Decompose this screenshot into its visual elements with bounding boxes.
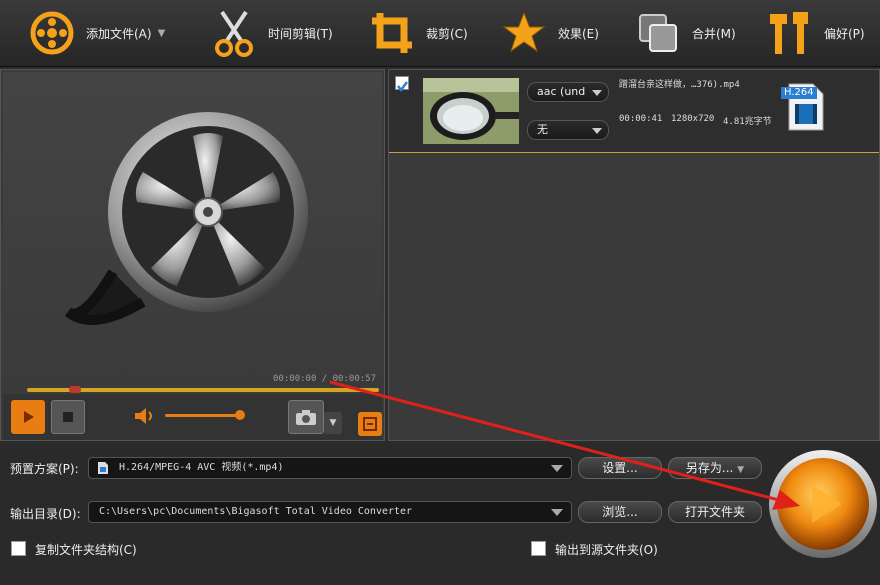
volume-icon[interactable] [133,406,155,430]
chevron-down-icon [551,465,563,472]
player-controls: ▼ [3,394,382,440]
total-time: 00:00:57 [332,374,376,384]
time-separator: / [321,374,328,384]
copy-structure-checkbox[interactable] [11,541,26,556]
tools-icon [762,5,818,61]
time-readout: 00:00:00 / 00:00:57 [273,374,376,384]
save-as-button[interactable]: 另存为... ▼ [668,457,762,479]
chevron-down-icon[interactable]: ▼ [158,28,166,39]
output-dir-select[interactable]: C:\Users\pc\Documents\Bigasoft Total Vid… [88,501,572,523]
current-time: 00:00:00 [273,374,317,384]
preset-select[interactable]: H.264/MPEG-4 AVC 视频(*.mp4) [88,457,572,479]
fullscreen-button[interactable] [358,412,382,436]
trim-button[interactable]: 时间剪辑(T) [206,0,333,66]
file-name: 蹭溜台亲这样做，…376).mp4 [619,80,740,90]
preferences-button[interactable]: 偏好(P) [762,0,865,66]
output-to-source-label: 输出到源文件夹(O) [555,543,658,557]
stop-button[interactable] [51,400,85,434]
checkmark-icon [397,81,408,93]
chevron-down-icon [551,509,563,516]
preview-panel: 00:00:00 / 00:00:57 ▼ [0,69,385,441]
stop-icon [63,412,73,422]
camera-icon [296,410,316,425]
preview-screen: 00:00:00 / 00:00:57 [3,72,382,430]
subtitle-select[interactable]: 无 [527,120,609,140]
trim-label: 时间剪辑(T) [268,26,333,41]
star-icon [496,5,552,61]
play-button[interactable] [11,400,45,434]
film-reel-logo [64,112,308,325]
merge-button[interactable]: 合并(M) [630,0,736,66]
volume-slider[interactable] [165,414,243,417]
merge-icon [630,5,686,61]
add-file-label: 添加文件(A) [86,26,152,41]
preset-value: H.264/MPEG-4 AVC 视频(*.mp4) [119,462,284,473]
chevron-down-icon: ▼ [329,418,337,428]
volume-handle[interactable] [235,410,245,420]
video-file-icon [97,461,109,483]
crop-button[interactable]: 裁剪(C) [364,0,468,66]
effect-label: 效果(E) [558,26,599,41]
settings-button[interactable]: 设置... [578,457,662,479]
film-reel-icon [24,5,80,61]
file-list-item[interactable]: aac (und 无 蹭溜台亲这样做，…376).mp4 00:00:41 12… [389,70,879,153]
open-folder-button[interactable]: 打开文件夹 [668,501,762,523]
merge-label: 合并(M) [692,26,736,41]
play-icon [24,411,34,423]
seek-bar[interactable] [27,386,379,393]
snapshot-button[interactable] [288,400,324,434]
crop-icon [364,5,420,61]
convert-button[interactable] [768,447,878,561]
snapshot-dropdown[interactable]: ▼ [324,412,342,434]
file-resolution: 1280x720 [671,114,715,124]
chevron-down-icon: ▼ [737,465,745,475]
file-duration: 00:00:41 [619,114,663,124]
h264-file-icon: H.264 [781,82,827,132]
seek-handle[interactable] [69,386,81,393]
chevron-down-icon [592,128,602,134]
crop-label: 裁剪(C) [426,26,468,41]
effect-button[interactable]: 效果(E) [496,0,599,66]
browse-button[interactable]: 浏览... [578,501,662,523]
output-settings: 预置方案(P): H.264/MPEG-4 AVC 视频(*.mp4) 设置..… [0,444,880,585]
output-dir-label: 输出目录(D): [10,507,81,521]
file-checkbox[interactable] [395,76,409,93]
fullscreen-icon [363,417,377,431]
copy-structure-label: 复制文件夹结构(C) [35,543,137,557]
file-list-panel: aac (und 无 蹭溜台亲这样做，…376).mp4 00:00:41 12… [388,69,880,441]
preferences-label: 偏好(P) [824,26,865,41]
output-to-source-checkbox[interactable] [531,541,546,556]
output-dir-value: C:\Users\pc\Documents\Bigasoft Total Vid… [99,506,413,517]
audio-track-value: aac (und [537,85,586,98]
add-file-button[interactable]: 添加文件(A) ▼ [24,0,165,66]
scissors-icon [206,5,262,61]
file-size: 4.81兆字节 [723,117,772,127]
audio-track-select[interactable]: aac (und [527,82,609,102]
main-toolbar: 添加文件(A) ▼ 时间剪辑(T) 裁剪(C) 效果(E) 合并(M) 偏好(P… [0,0,880,67]
preset-label: 预置方案(P): [10,462,79,476]
codec-badge: H.264 [781,87,817,99]
save-as-label: 另存为... [685,461,734,475]
video-thumbnail [423,78,519,144]
subtitle-value: 无 [537,123,548,136]
chevron-down-icon [592,90,602,96]
